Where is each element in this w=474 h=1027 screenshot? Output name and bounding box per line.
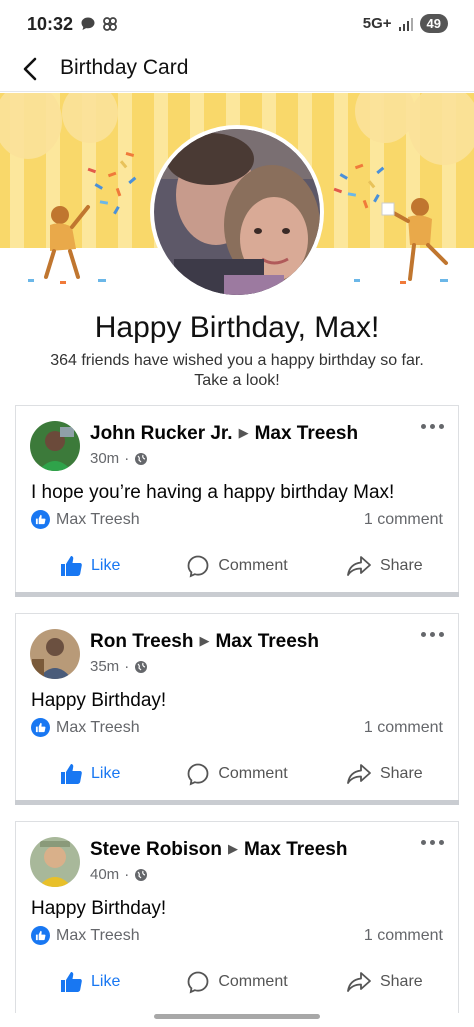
comment-icon [187, 555, 209, 578]
author-name[interactable]: Ron Treesh [90, 631, 193, 652]
app-header: Birthday Card [0, 48, 474, 92]
reaction-summary[interactable]: Max Treesh [31, 510, 140, 529]
comment-count[interactable]: 1 comment [364, 719, 443, 737]
post-header: Steve Robison ▶ Max Treesh [90, 839, 347, 861]
post-time[interactable]: 40m [90, 866, 119, 883]
battery-indicator: 49 [419, 14, 448, 33]
like-reaction-icon [31, 510, 50, 529]
globe-icon [135, 868, 148, 881]
comment-icon [187, 971, 209, 994]
status-bar: 10:32 5G+ 49 [0, 0, 474, 48]
system-icons: 5G+ 49 [363, 14, 448, 33]
like-button[interactable]: Like [16, 546, 163, 586]
more-options-button[interactable] [418, 834, 446, 850]
share-label: Share [379, 973, 423, 990]
comment-count[interactable]: 1 comment [364, 927, 443, 945]
profile-photo[interactable] [150, 125, 324, 299]
chat-bubble-icon [81, 17, 95, 30]
post-time[interactable]: 35m [90, 658, 119, 675]
pinwheel-icon [103, 17, 117, 31]
share-icon [347, 764, 371, 784]
post-meta: 30m · [90, 450, 148, 467]
recipient-name[interactable]: Max Treesh [244, 839, 348, 860]
share-button[interactable]: Share [311, 546, 458, 586]
share-label: Share [379, 557, 423, 574]
thumbs-up-icon [60, 972, 82, 992]
home-indicator[interactable] [154, 1014, 320, 1019]
like-reaction-icon [31, 718, 50, 737]
post-actions: Like Comment Share [16, 962, 458, 1002]
like-label: Like [90, 557, 121, 574]
post-meta: 40m · [90, 866, 148, 883]
notification-icons [80, 16, 118, 32]
share-button[interactable]: Share [311, 754, 458, 794]
post-meta: 35m · [90, 658, 148, 675]
birthday-post: Ron Treesh ▶ Max Treesh 35m · Happy Birthda… [15, 613, 459, 805]
share-icon [347, 972, 371, 992]
comment-button[interactable]: Comment [163, 546, 310, 586]
globe-icon [135, 452, 148, 465]
globe-icon [135, 660, 148, 673]
page-title: Birthday Card [60, 56, 189, 79]
comment-icon [187, 763, 209, 786]
share-label: Share [379, 765, 423, 782]
like-label: Like [90, 973, 121, 990]
comment-label: Comment [218, 557, 288, 574]
recipient-name[interactable]: Max Treesh [255, 423, 359, 444]
reaction-summary[interactable]: Max Treesh [31, 926, 140, 945]
post-actions: Like Comment Share [16, 754, 458, 794]
arrow-right-icon: ▶ [238, 425, 249, 440]
birthday-title: Happy Birthday, Max! [94, 311, 380, 344]
profile-photo-image [154, 129, 320, 295]
comment-count[interactable]: 1 comment [364, 511, 443, 529]
status-time: 10:32 [27, 14, 74, 34]
reaction-name: Max Treesh [56, 718, 140, 736]
signal-icon [398, 17, 413, 31]
avatar[interactable] [30, 629, 80, 679]
post-text: I hope you’re having a happy birthday Ma… [31, 482, 395, 503]
birthday-post: John Rucker Jr. ▶ Max Treesh 30m · I hope y… [15, 405, 459, 597]
post-separator [15, 592, 459, 597]
back-arrow-icon [23, 57, 37, 81]
post-text: Happy Birthday! [31, 898, 167, 919]
recipient-name[interactable]: Max Treesh [215, 631, 319, 652]
more-options-button[interactable] [418, 626, 446, 642]
comment-label: Comment [218, 765, 288, 782]
thumbs-up-icon [60, 764, 82, 784]
birthday-subtitle: 364 friends have wished you a happy birt… [50, 352, 424, 389]
reaction-name: Max Treesh [56, 926, 140, 944]
arrow-right-icon: ▶ [199, 633, 210, 648]
post-time[interactable]: 30m [90, 450, 119, 467]
comment-button[interactable]: Comment [163, 962, 310, 1002]
post-separator [15, 800, 459, 805]
like-button[interactable]: Like [16, 962, 163, 1002]
like-button[interactable]: Like [16, 754, 163, 794]
author-name[interactable]: Steve Robison [90, 839, 222, 860]
avatar[interactable] [30, 421, 80, 471]
post-text: Happy Birthday! [31, 690, 167, 711]
author-name[interactable]: John Rucker Jr. [90, 423, 233, 444]
arrow-right-icon: ▶ [227, 841, 238, 856]
network-label: 5G+ [362, 15, 392, 32]
like-reaction-icon [31, 926, 50, 945]
like-label: Like [90, 765, 121, 782]
post-header: Ron Treesh ▶ Max Treesh [90, 631, 319, 653]
comment-button[interactable]: Comment [163, 754, 310, 794]
share-icon [347, 556, 371, 576]
more-options-button[interactable] [418, 418, 446, 434]
post-header: John Rucker Jr. ▶ Max Treesh [90, 423, 358, 445]
thumbs-up-icon [60, 556, 82, 576]
share-button[interactable]: Share [311, 962, 458, 1002]
reaction-name: Max Treesh [56, 510, 140, 528]
birthday-post: Steve Robison ▶ Max Treesh 40m · Happy Birt… [15, 821, 459, 1013]
post-actions: Like Comment Share [16, 546, 458, 586]
avatar[interactable] [30, 837, 80, 887]
back-button[interactable] [18, 56, 44, 82]
comment-label: Comment [218, 973, 288, 990]
reaction-summary[interactable]: Max Treesh [31, 718, 140, 737]
